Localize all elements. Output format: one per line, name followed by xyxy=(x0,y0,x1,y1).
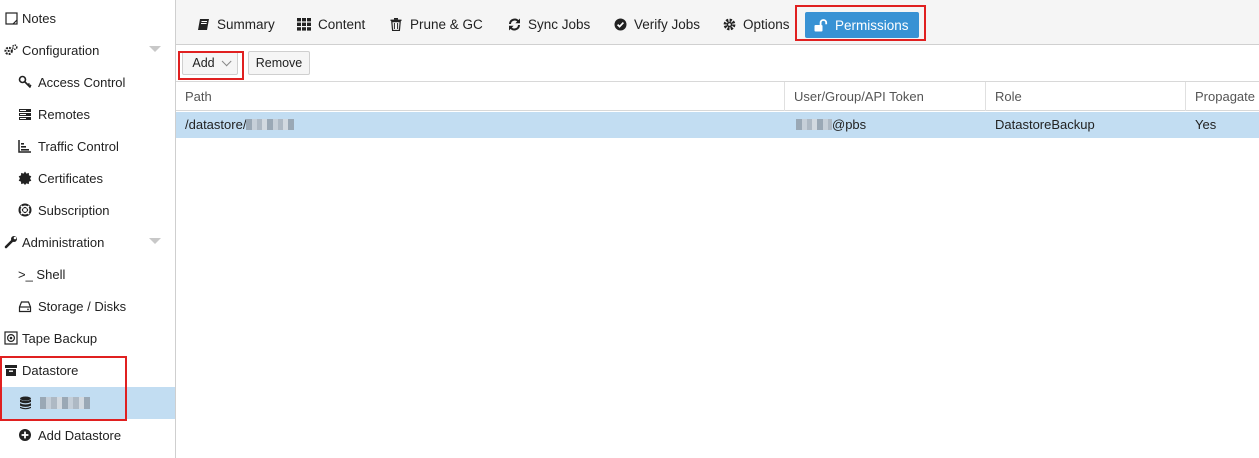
sidebar-item-tape-backup[interactable]: Tape Backup xyxy=(0,322,175,354)
redacted-username xyxy=(796,119,832,130)
plus-circle-icon xyxy=(18,428,32,442)
tab-label: Verify Jobs xyxy=(634,16,701,32)
key-icon xyxy=(18,75,32,89)
chevron-down-icon xyxy=(221,55,232,66)
check-circle-icon xyxy=(613,17,627,31)
cell-path: /datastore/ xyxy=(176,112,785,138)
remove-button[interactable]: Remove xyxy=(248,51,310,75)
table-row[interactable]: /datastore/ @pbs DatastoreBackup Yes xyxy=(176,112,1259,138)
certificate-icon xyxy=(18,171,32,185)
sidebar-item-label: Configuration xyxy=(22,42,100,58)
tab-label: Content xyxy=(318,16,366,32)
sync-icon xyxy=(507,17,521,31)
sidebar-item-shell[interactable]: >_ Shell xyxy=(0,258,175,290)
sidebar-item-traffic-control[interactable]: Traffic Control xyxy=(0,130,175,162)
sidebar-item-remotes[interactable]: Remotes xyxy=(0,98,175,130)
sidebar-item-label: Tape Backup xyxy=(22,330,98,346)
sidebar-item-label: >_ Shell xyxy=(18,266,66,282)
unlock-icon xyxy=(814,18,828,32)
cell-user-text: @pbs xyxy=(832,117,867,132)
archive-icon xyxy=(4,363,18,377)
sidebar-item-label: Datastore xyxy=(22,362,79,378)
redacted-path-segment xyxy=(246,119,295,130)
tab-sync-jobs[interactable]: Sync Jobs xyxy=(499,8,598,40)
permissions-grid-header: Path User/Group/API Token Role Propagate xyxy=(176,82,1259,111)
remove-button-label: Remove xyxy=(255,56,303,70)
sidebar-item-subscription[interactable]: Subscription xyxy=(0,194,175,226)
tab-label: Options xyxy=(743,16,790,32)
tab-summary[interactable]: Summary xyxy=(188,8,283,40)
column-header-propagate[interactable]: Propagate xyxy=(1186,82,1259,111)
cell-user: @pbs xyxy=(785,112,986,138)
notes-icon xyxy=(4,11,18,25)
sidebar-item-label: Storage / Disks xyxy=(38,298,127,314)
sidebar-item-administration[interactable]: Administration xyxy=(0,226,175,258)
tab-label: Prune & GC xyxy=(410,16,483,32)
sidebar-item-certificates[interactable]: Certificates xyxy=(0,162,175,194)
cell-role: DatastoreBackup xyxy=(995,117,1095,132)
sidebar-item-access-control[interactable]: Access Control xyxy=(0,66,175,98)
tab-options[interactable]: Options xyxy=(714,8,798,40)
sidebar-item-label: Administration xyxy=(22,234,105,250)
grid-toolbar: Add Remove xyxy=(176,46,1259,82)
tab-label: Permissions xyxy=(835,17,909,33)
sidebar-item-datastore-instance[interactable] xyxy=(0,387,175,419)
sidebar-item-datastore[interactable]: Datastore xyxy=(0,354,175,386)
chevron-down-icon[interactable] xyxy=(149,238,161,244)
trash-icon xyxy=(389,17,403,31)
hdd-icon xyxy=(18,299,32,313)
gear-icon xyxy=(722,17,736,31)
column-header-path[interactable]: Path xyxy=(176,82,785,111)
tab-content[interactable]: Content xyxy=(289,8,373,40)
life-ring-icon xyxy=(18,203,32,217)
sidebar-item-label: Subscription xyxy=(38,202,110,218)
add-button-label: Add xyxy=(192,56,215,70)
server-icon xyxy=(18,107,32,121)
column-header-user[interactable]: User/Group/API Token xyxy=(785,82,986,111)
sidebar-item-notes[interactable]: Notes xyxy=(0,2,175,34)
add-button[interactable]: Add xyxy=(182,51,238,75)
sidebar-item-label: Access Control xyxy=(38,74,126,90)
sidebar-item-label: Traffic Control xyxy=(38,138,119,154)
cell-path-text: /datastore/ xyxy=(185,117,247,132)
cell-propagate: Yes xyxy=(1195,117,1217,132)
column-header-role[interactable]: Role xyxy=(986,82,1186,111)
grid-icon xyxy=(297,17,311,31)
tab-verify-jobs[interactable]: Verify Jobs xyxy=(605,8,708,40)
sidebar-item-add-datastore[interactable]: Add Datastore xyxy=(0,419,175,451)
bar-chart-icon xyxy=(18,139,32,153)
tape-icon xyxy=(4,331,18,345)
tab-label: Sync Jobs xyxy=(528,16,591,32)
redacted-datastore-name xyxy=(40,397,90,409)
wrench-icon xyxy=(4,235,18,249)
sidebar-item-storage-disks[interactable]: Storage / Disks xyxy=(0,290,175,322)
gears-icon xyxy=(4,43,18,57)
sidebar-item-label: Notes xyxy=(22,10,56,26)
database-icon xyxy=(18,396,32,410)
book-icon xyxy=(196,17,210,31)
sidebar-nav: Notes Configuration Access Control Remot… xyxy=(0,0,176,458)
sidebar-item-label: Remotes xyxy=(38,106,91,122)
tab-permissions[interactable]: Permissions xyxy=(805,12,919,38)
sidebar-item-label: Certificates xyxy=(38,170,104,186)
chevron-down-icon[interactable] xyxy=(149,46,161,52)
tab-label: Summary xyxy=(217,16,275,32)
sidebar-item-label: Add Datastore xyxy=(38,427,122,443)
sidebar-item-configuration[interactable]: Configuration xyxy=(0,34,175,66)
tab-bar: Summary Content Prune & GC Sync Jobs Ver… xyxy=(176,0,1259,45)
tab-prune-gc[interactable]: Prune & GC xyxy=(381,8,491,40)
